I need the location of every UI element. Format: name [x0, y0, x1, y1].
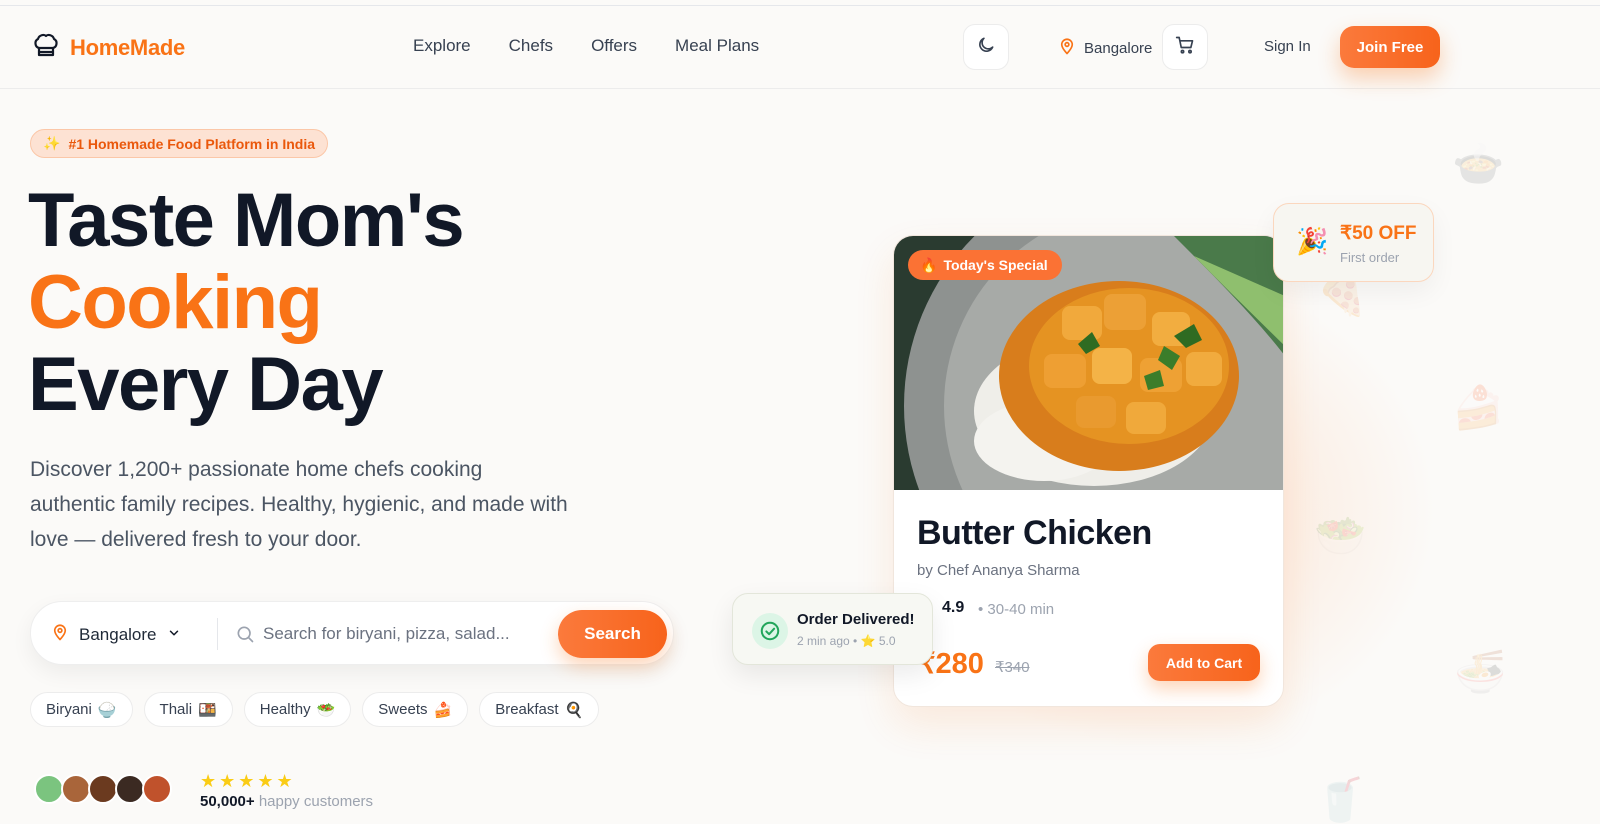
search-icon	[235, 624, 255, 649]
nav-item-meal-plans[interactable]: Meal Plans	[675, 36, 759, 56]
sparkles-icon: ✨	[43, 135, 61, 151]
avatar	[61, 774, 91, 804]
brand-logo[interactable]: HomeMade	[32, 31, 185, 64]
tag-label: Thali	[159, 701, 193, 718]
search-bar: Bangalore Search	[30, 601, 674, 665]
location-label: Bangalore	[1084, 39, 1153, 57]
toast-time: 2 min ago •	[797, 634, 858, 648]
hero-title: Taste Mom's Cooking Every Day	[28, 178, 465, 427]
party-popper-icon: 🎉	[1296, 226, 1329, 256]
tag-healthy[interactable]: Healthy 🥗	[243, 692, 352, 727]
search-button[interactable]: Search	[558, 610, 667, 658]
toast-rating: 5.0	[878, 634, 896, 648]
cup-icon: 🥤	[1314, 776, 1367, 823]
toast-subtitle: 2 min ago • ⭐ 5.0	[797, 634, 896, 648]
tag-sweets[interactable]: Sweets 🍰	[362, 692, 469, 727]
customer-avatars	[34, 774, 172, 804]
tag-biryani[interactable]: Biryani 🍚	[30, 692, 133, 727]
add-to-cart-button[interactable]: Add to Cart	[1148, 644, 1260, 681]
dish-name: Butter Chicken	[917, 514, 1152, 552]
nav-item-explore[interactable]: Explore	[413, 36, 471, 56]
tag-thali[interactable]: Thali 🍱	[143, 692, 233, 727]
chef-name: by Chef Ananya Sharma	[917, 562, 1080, 579]
noodles-icon: 🍜	[1454, 648, 1507, 695]
check-circle-icon	[752, 613, 788, 649]
nav-item-offers[interactable]: Offers	[591, 36, 637, 56]
order-delivered-toast: Order Delivered! 2 min ago • ⭐ 5.0	[732, 593, 933, 665]
tag-label: Healthy	[259, 701, 311, 718]
hero-title-accent: Cooking	[28, 260, 323, 345]
chef-hat-icon	[32, 31, 60, 64]
search-location-label: Bangalore	[79, 624, 157, 644]
hero-title-line-3: Every Day	[28, 342, 384, 427]
tag-label: Sweets	[378, 701, 428, 718]
category-tags: Biryani 🍚 Thali 🍱 Healthy 🥗 Sweets 🍰 Bre…	[30, 692, 600, 727]
offer-subtitle: First order	[1340, 250, 1400, 265]
star-icon: ⭐	[860, 634, 876, 648]
frying-pan-icon: 🍳	[564, 701, 584, 719]
map-pin-icon	[1058, 37, 1076, 59]
salad-icon: 🥗	[316, 701, 336, 719]
todays-special-badge: 🔥 Today's Special	[908, 250, 1062, 280]
bento-icon: 🍱	[198, 701, 217, 719]
offer-title: ₹50 OFF	[1340, 223, 1417, 244]
rice-icon: 🍚	[97, 701, 117, 719]
theme-toggle-button[interactable]	[963, 24, 1009, 70]
search-location-dropdown[interactable]: Bangalore	[51, 623, 181, 646]
chevron-down-icon	[167, 625, 181, 645]
site-header: HomeMade Explore Chefs Offers Meal Plans…	[0, 6, 1600, 89]
avatar	[88, 774, 118, 804]
avatar	[34, 774, 64, 804]
sign-in-link[interactable]: Sign In	[1264, 38, 1311, 55]
fire-icon: 🔥	[920, 256, 938, 273]
toast-title: Order Delivered!	[797, 611, 915, 628]
delivery-time: • 30-40 min	[978, 601, 1055, 618]
rating-stars: ★★★★★	[200, 771, 296, 791]
nav-item-chefs[interactable]: Chefs	[509, 36, 553, 56]
join-free-button[interactable]: Join Free	[1340, 26, 1440, 68]
moon-icon	[976, 35, 996, 60]
customer-count: 50,000+ happy customers	[200, 793, 373, 810]
platform-badge: ✨ #1 Homemade Food Platform in India	[30, 129, 329, 158]
hero-title-line-1: Taste Mom's	[28, 178, 465, 263]
hero-description: Discover 1,200+ passionate home chefs co…	[30, 458, 568, 551]
cart-button[interactable]	[1162, 24, 1208, 70]
location-selector[interactable]: Bangalore	[1058, 37, 1152, 59]
customer-count-label: happy customers	[258, 793, 374, 810]
avatar	[142, 774, 172, 804]
avatar	[115, 774, 145, 804]
search-input[interactable]	[263, 620, 553, 648]
platform-badge-label: #1 Homemade Food Platform in India	[68, 135, 316, 152]
customer-count-value: 50,000+	[200, 793, 255, 810]
todays-special-label: Today's Special	[943, 257, 1048, 273]
tag-label: Breakfast	[495, 701, 559, 718]
cart-icon	[1175, 35, 1195, 60]
tag-breakfast[interactable]: Breakfast 🍳	[479, 692, 600, 727]
featured-dish-card[interactable]: 🔥 Today's Special Butter Chicken by Chef…	[893, 235, 1284, 707]
brand-name: HomeMade	[70, 34, 185, 60]
main-nav: Explore Chefs Offers Meal Plans	[413, 36, 759, 56]
map-pin-icon	[51, 623, 69, 646]
cake-icon: 🍰	[1452, 384, 1505, 431]
bowl-icon: 🍲	[1452, 140, 1505, 187]
tag-label: Biryani	[46, 701, 92, 718]
dish-rating: 4.9	[942, 599, 965, 616]
cake-icon: 🍰	[433, 701, 453, 719]
dish-old-price: ₹340	[995, 659, 1030, 676]
search-divider	[217, 618, 218, 650]
first-order-offer[interactable]: 🎉 ₹50 OFF First order	[1273, 203, 1434, 282]
